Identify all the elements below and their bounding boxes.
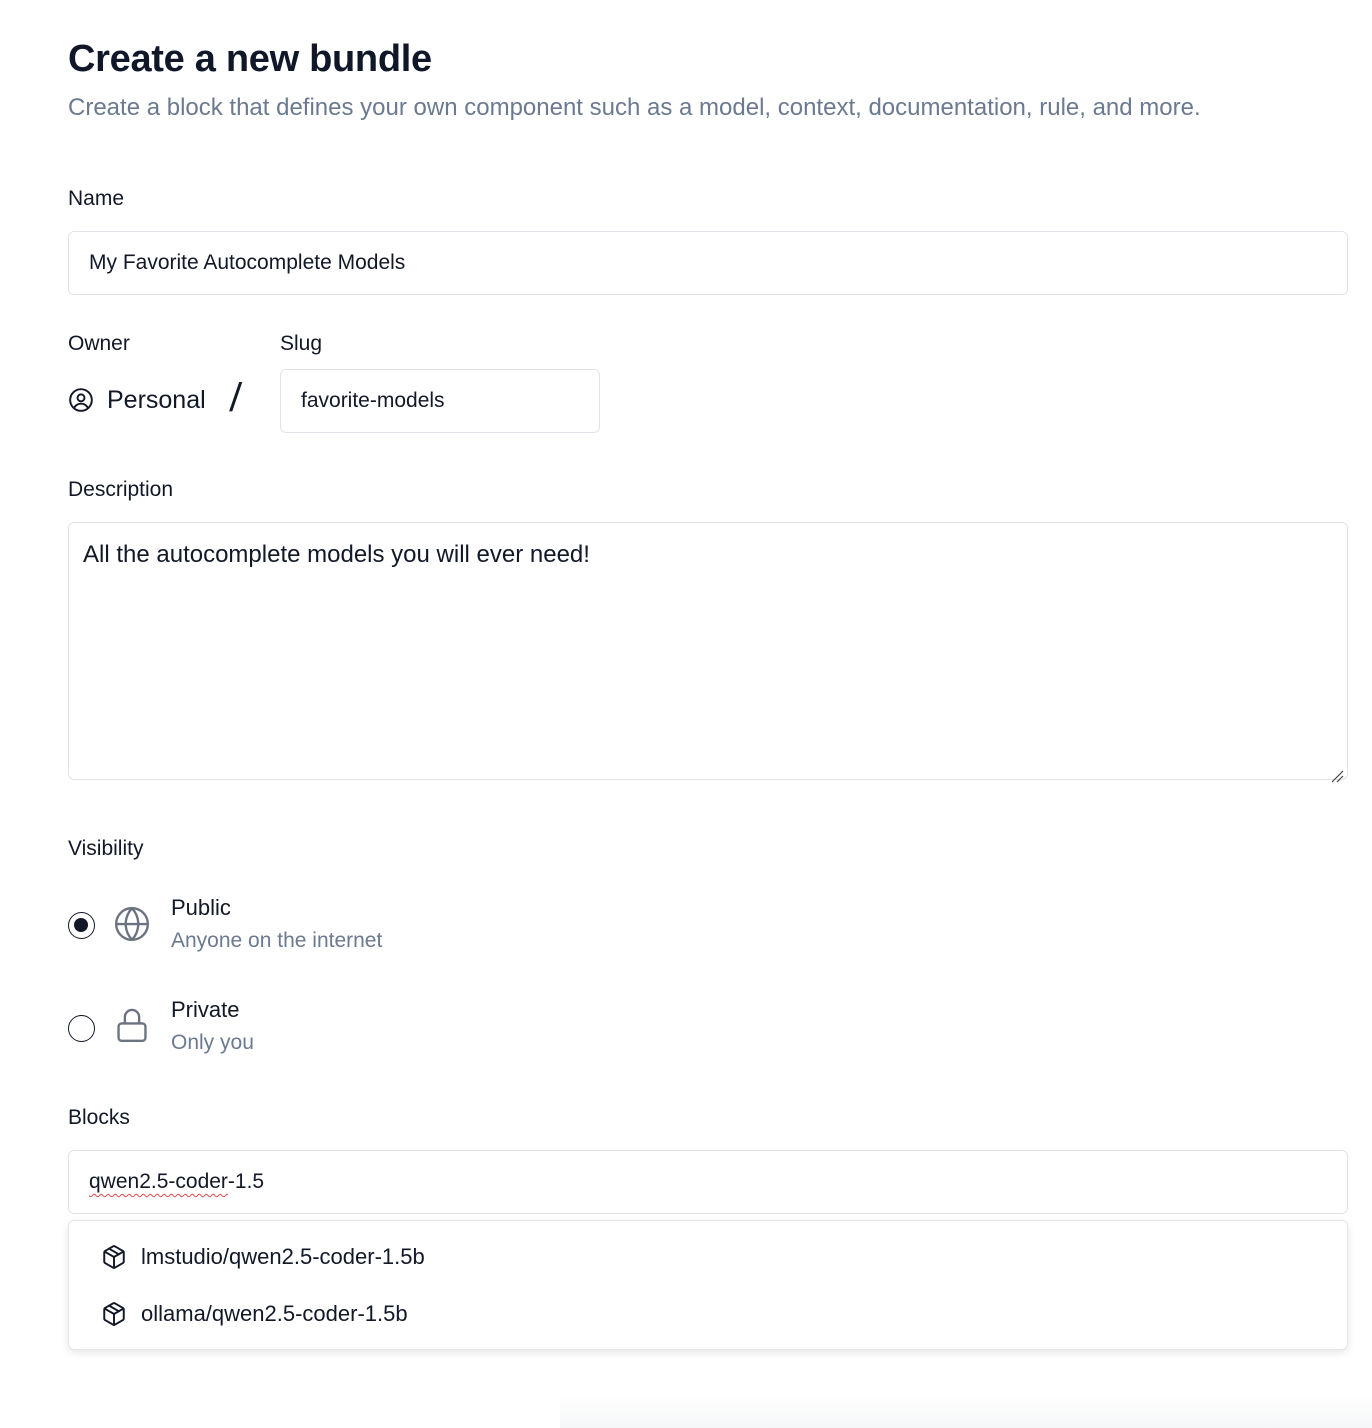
suggestion-label: lmstudio/qwen2.5-coder-1.5b bbox=[141, 1244, 425, 1269]
name-input[interactable]: My Favorite Autocomplete Models bbox=[68, 231, 1348, 295]
owner-value: Personal bbox=[107, 385, 206, 414]
bottom-shadow bbox=[560, 1395, 1372, 1428]
suggestion-item-ollama[interactable]: ollama/qwen2.5-coder-1.5b bbox=[101, 1296, 408, 1332]
description-textarea[interactable]: All the autocomplete models you will eve… bbox=[68, 522, 1348, 783]
cube-icon bbox=[101, 1301, 127, 1327]
owner-selector[interactable]: Personal bbox=[68, 380, 206, 420]
private-radio[interactable] bbox=[68, 1015, 95, 1042]
blocks-query-rest: -1.5 bbox=[227, 1170, 265, 1193]
page-title: Create a new bundle bbox=[68, 38, 432, 80]
public-radio[interactable] bbox=[68, 912, 95, 939]
create-bundle-page: Create a new bundle Create a block that … bbox=[0, 0, 1372, 1428]
cube-icon bbox=[101, 1244, 127, 1270]
blocks-label: Blocks bbox=[68, 1106, 130, 1129]
lock-icon bbox=[113, 1006, 151, 1044]
blocks-search-input[interactable]: qwen2.5-coder -1.5 bbox=[68, 1150, 1348, 1214]
public-option-title: Public bbox=[171, 895, 231, 920]
private-option-title: Private bbox=[171, 997, 240, 1022]
slug-input[interactable]: favorite-models bbox=[280, 369, 600, 433]
name-input-value: My Favorite Autocomplete Models bbox=[89, 251, 406, 274]
user-circle-icon bbox=[68, 387, 94, 413]
description-value: All the autocomplete models you will eve… bbox=[83, 541, 590, 568]
slug-input-value: favorite-models bbox=[301, 389, 445, 412]
resize-handle-icon[interactable] bbox=[1330, 762, 1344, 783]
suggestion-item-lmstudio[interactable]: lmstudio/qwen2.5-coder-1.5b bbox=[101, 1239, 425, 1275]
name-label: Name bbox=[68, 187, 125, 210]
private-option-description: Only you bbox=[171, 1031, 254, 1054]
suggestion-label: ollama/qwen2.5-coder-1.5b bbox=[141, 1301, 408, 1326]
public-option-description: Anyone on the internet bbox=[171, 929, 383, 952]
owner-slug-separator: / bbox=[228, 376, 243, 420]
page-subtitle: Create a block that defines your own com… bbox=[68, 94, 1201, 121]
description-label: Description bbox=[68, 478, 174, 501]
blocks-suggestions-dropdown: lmstudio/qwen2.5-coder-1.5b ollama/qwen2… bbox=[68, 1220, 1348, 1350]
globe-icon bbox=[113, 905, 151, 943]
slug-label: Slug bbox=[280, 332, 323, 355]
owner-label: Owner bbox=[68, 332, 130, 355]
visibility-label: Visibility bbox=[68, 837, 144, 860]
blocks-query-misspelled: qwen2.5-coder bbox=[89, 1170, 228, 1193]
